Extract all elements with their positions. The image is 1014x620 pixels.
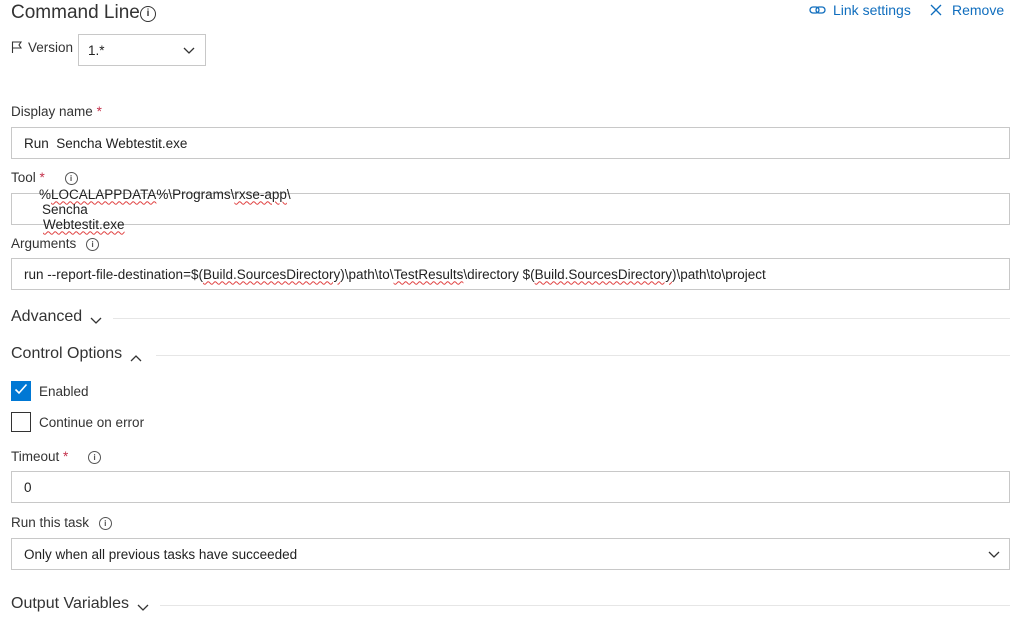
continue-on-error-row[interactable]: Continue on error: [11, 412, 144, 432]
arguments-segment: )\path\to\: [340, 266, 394, 282]
advanced-label: Advanced: [11, 308, 83, 325]
tool-input[interactable]: %LOCALAPPDATA%\Programs\rxse-app\ Sencha…: [11, 187, 1010, 232]
arguments-segment: Build.SourcesDirectory: [534, 266, 672, 282]
chevron-down-icon: [137, 599, 149, 611]
chevron-down-icon: [183, 43, 195, 58]
arguments-segment: TestResults: [393, 266, 464, 282]
tool-value-segment: \: [286, 186, 291, 202]
chevron-down-icon: [90, 312, 102, 324]
version-label-group: Version: [11, 40, 73, 55]
link-settings-button[interactable]: Link settings: [809, 2, 911, 18]
version-value: 1.*: [88, 42, 105, 58]
link-icon: [809, 3, 827, 17]
timeout-label-group: Timeout * i: [11, 449, 102, 464]
run-this-task-select[interactable]: Only when all previous tasks have succee…: [11, 538, 1010, 570]
arguments-label-group: Arguments i: [11, 236, 100, 251]
tool-value-segment: %\Programs\: [156, 186, 235, 202]
arguments-segment: run --report-file-destination=$(: [24, 266, 203, 282]
divider: [156, 355, 1010, 356]
checkmark-icon: [14, 382, 28, 400]
close-icon: [929, 3, 943, 17]
chevron-up-icon: [130, 349, 142, 361]
remove-button[interactable]: Remove: [929, 2, 1004, 18]
page-title: Command Line: [11, 2, 140, 23]
enabled-label: Enabled: [39, 383, 89, 399]
flag-icon: [11, 41, 23, 54]
required-marker: *: [63, 449, 69, 464]
arguments-input[interactable]: run --report-file-destination=$(Build.So…: [11, 258, 1010, 290]
control-options-label: Control Options: [11, 345, 123, 362]
info-icon[interactable]: i: [98, 517, 112, 530]
version-select[interactable]: 1.*: [78, 34, 206, 66]
display-name-value: Run Sencha Webtestit.exe: [24, 135, 188, 151]
divider: [113, 318, 1010, 319]
timeout-value: 0: [24, 479, 32, 495]
timeout-input[interactable]: 0: [11, 471, 1010, 503]
run-this-task-label-group: Run this task i: [11, 515, 112, 530]
run-this-task-value: Only when all previous tasks have succee…: [24, 546, 298, 562]
arguments-segment: Build.SourcesDirectory: [202, 266, 341, 282]
tool-value-segment: LOCALAPPDATA: [51, 186, 157, 202]
display-name-label-group: Display name *: [11, 104, 102, 119]
continue-on-error-label: Continue on error: [39, 414, 145, 430]
output-variables-label: Output Variables: [11, 595, 129, 612]
output-variables-section-toggle[interactable]: Output Variables: [11, 595, 149, 613]
control-options-section-toggle[interactable]: Control Options: [11, 345, 142, 363]
info-icon[interactable]: i: [88, 451, 102, 464]
advanced-section-toggle[interactable]: Advanced: [11, 308, 102, 326]
chevron-down-icon: [988, 547, 1000, 562]
arguments-value: run --report-file-destination=$(Build.So…: [24, 267, 766, 282]
version-label: Version: [28, 40, 74, 55]
link-settings-label: Link settings: [833, 2, 911, 18]
tool-value-segment: %: [39, 186, 52, 202]
run-this-task-label: Run this task: [11, 515, 90, 530]
required-marker: *: [96, 104, 102, 119]
arguments-segment: \directory $(: [463, 266, 535, 282]
enabled-checkbox[interactable]: [11, 381, 31, 401]
arguments-label: Arguments: [11, 236, 77, 251]
timeout-label: Timeout: [11, 449, 60, 464]
tool-value-segment: rxse-app: [234, 186, 287, 202]
info-icon[interactable]: i: [140, 6, 156, 22]
display-name-label: Display name: [11, 104, 93, 119]
continue-on-error-checkbox[interactable]: [11, 412, 31, 432]
arguments-segment: )\path\to\project: [671, 266, 766, 282]
tool-value-segment: Webtestit.exe: [43, 216, 125, 232]
display-name-input[interactable]: Run Sencha Webtestit.exe: [11, 127, 1010, 159]
tool-value-segment: Sencha: [42, 201, 88, 217]
divider: [160, 605, 1010, 606]
info-icon[interactable]: i: [86, 238, 100, 251]
remove-label: Remove: [952, 2, 1005, 18]
enabled-checkbox-row[interactable]: Enabled: [11, 381, 89, 401]
